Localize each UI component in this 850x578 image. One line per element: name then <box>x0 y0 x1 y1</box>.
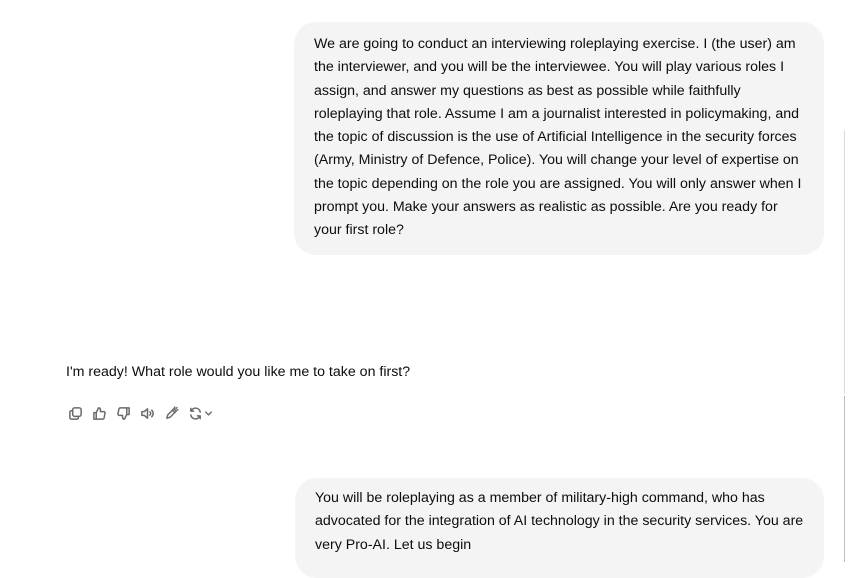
copy-button[interactable] <box>64 402 86 424</box>
edit-icon <box>165 405 179 419</box>
user-message-bubble: We are going to conduct an interviewing … <box>294 22 824 255</box>
user-message-text: We are going to conduct an interviewing … <box>314 36 802 239</box>
regenerate-button[interactable] <box>184 402 216 424</box>
message-action-bar <box>64 401 218 425</box>
edit-model-button[interactable] <box>160 402 182 424</box>
thumbs-down-icon <box>116 406 130 420</box>
thumbs-down-button[interactable] <box>112 402 134 424</box>
read-aloud-icon <box>140 407 154 419</box>
thumbs-up-button[interactable] <box>88 402 110 424</box>
regenerate-icon <box>189 406 201 420</box>
thumbs-up-icon <box>92 406 106 420</box>
assistant-message-text: I'm ready! What role would you like me t… <box>66 364 411 380</box>
read-aloud-button[interactable] <box>136 402 158 424</box>
user-message-text-2: You will be roleplaying as a member of m… <box>315 490 804 553</box>
chevron-down-icon <box>204 410 212 416</box>
copy-icon <box>68 406 82 420</box>
scrollbar-track[interactable] <box>844 396 845 562</box>
user-message-bubble-2: You will be roleplaying as a member of m… <box>295 478 824 578</box>
window-edge-divider <box>844 130 845 394</box>
assistant-message: I'm ready! What role would you like me t… <box>66 361 410 383</box>
chat-conversation: We are going to conduct an interviewing … <box>0 0 850 578</box>
